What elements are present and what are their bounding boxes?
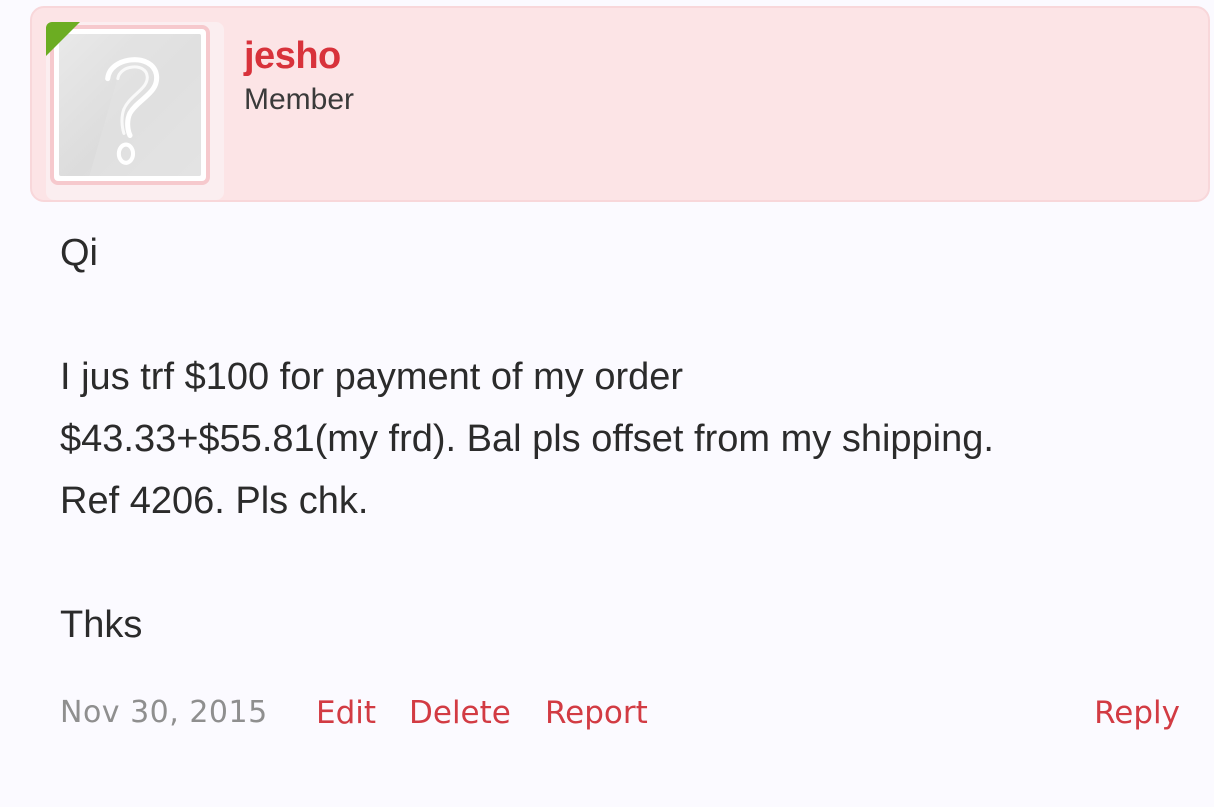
question-mark-placeholder-icon <box>59 34 201 176</box>
message-line: I jus trf $100 for payment of my order <box>60 356 684 398</box>
post-message-body: Qi I jus trf $100 for payment of my orde… <box>60 222 1190 656</box>
reply-link[interactable]: Reply <box>1094 695 1180 731</box>
post-footer: Nov 30, 2015 Edit Delete Report Reply <box>60 695 1184 739</box>
online-status-indicator <box>46 22 80 56</box>
message-greeting: Qi <box>60 232 98 274</box>
post-author-header: jesho Member <box>30 6 1210 202</box>
delete-link[interactable]: Delete <box>409 695 511 731</box>
author-username[interactable]: jesho <box>244 35 341 78</box>
post-date[interactable]: Nov 30, 2015 <box>60 695 268 730</box>
author-title: Member <box>244 83 355 116</box>
report-link[interactable]: Report <box>545 695 648 731</box>
message-signoff: Thks <box>60 604 143 646</box>
message-line: Ref 4206. Pls chk. <box>60 480 369 522</box>
message-line: $43.33+$55.81(my frd). Bal pls offset fr… <box>60 418 994 460</box>
edit-link[interactable]: Edit <box>316 695 376 731</box>
